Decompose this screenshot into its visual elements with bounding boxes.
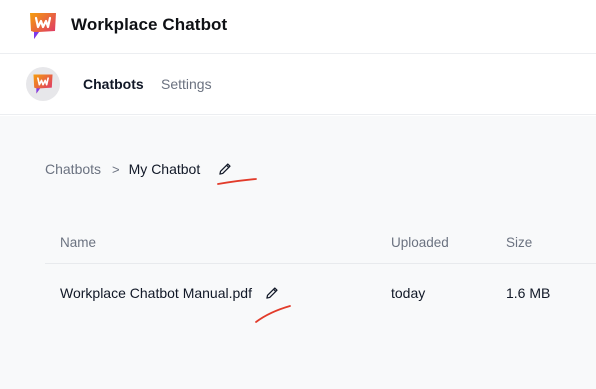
w-speech-flag-icon xyxy=(33,74,53,94)
table-row[interactable]: Workplace Chatbot Manual.pdf today 1.6 M… xyxy=(45,264,596,332)
edit-chatbot-name-button[interactable] xyxy=(218,162,232,176)
nav-settings-link[interactable]: Settings xyxy=(161,76,212,92)
breadcrumb-chatbots-link[interactable]: Chatbots xyxy=(45,161,101,177)
breadcrumb: Chatbots > My Chatbot xyxy=(45,161,232,177)
main-content: Chatbots > My Chatbot Name Uploaded Size… xyxy=(0,116,596,389)
avatar[interactable] xyxy=(26,67,60,101)
nav-chatbots-link[interactable]: Chatbots xyxy=(83,76,144,92)
documents-table: Name Uploaded Size Workplace Chatbot Man… xyxy=(45,220,596,332)
app-title: Workplace Chatbot xyxy=(71,15,228,34)
edit-document-name-button[interactable] xyxy=(265,286,279,300)
table-header: Name Uploaded Size xyxy=(45,220,596,264)
document-size: 1.6 MB xyxy=(506,285,551,301)
column-header-name[interactable]: Name xyxy=(60,235,96,250)
document-uploaded: today xyxy=(391,285,426,301)
breadcrumb-current: My Chatbot xyxy=(128,161,201,177)
main-nav: Chatbots Settings xyxy=(0,55,596,115)
column-header-uploaded[interactable]: Uploaded xyxy=(391,235,449,250)
document-name: Workplace Chatbot Manual.pdf xyxy=(60,285,252,301)
app-header: Workplace Chatbot xyxy=(0,0,596,54)
breadcrumb-separator: > xyxy=(112,161,120,177)
w-speech-flag-icon xyxy=(28,11,58,41)
column-header-size[interactable]: Size xyxy=(506,235,532,250)
pencil-icon xyxy=(219,163,231,175)
pencil-icon xyxy=(266,287,278,299)
document-name-cell: Workplace Chatbot Manual.pdf xyxy=(60,285,279,301)
